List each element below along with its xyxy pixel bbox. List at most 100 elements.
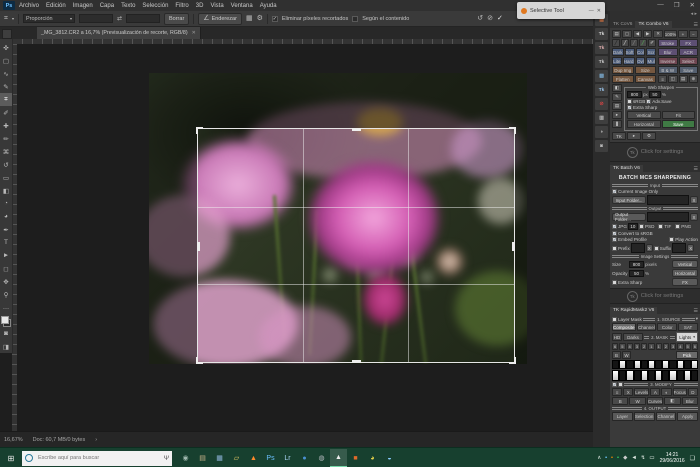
canvas-photo[interactable] xyxy=(149,73,527,364)
lightroom-app-icon[interactable]: Lr xyxy=(279,449,296,467)
current-image-only-checkbox[interactable]: Current Image Only xyxy=(612,189,658,194)
restore-button[interactable]: ❐ xyxy=(674,1,680,9)
zoom-tool[interactable]: ⚲ xyxy=(0,288,12,301)
eraser-tool[interactable]: ▭ xyxy=(0,171,12,184)
menu-item[interactable]: Filtro xyxy=(175,3,188,9)
crop-handle-top-left[interactable] xyxy=(196,127,203,134)
modify-button[interactable]: W xyxy=(629,397,645,405)
app-icon-circle[interactable]: ◉ xyxy=(177,449,194,467)
clear-suffix-button[interactable]: X xyxy=(687,244,694,252)
sharpen-option-checkbox[interactable]: sRGB xyxy=(627,99,645,104)
modify-button[interactable]: ≡ xyxy=(612,388,622,396)
tk-icon-button[interactable]: ⊕ xyxy=(689,75,698,83)
briefcase-app-icon[interactable]: ▤ xyxy=(194,449,211,467)
tk-icon-button[interactable]: ≡ xyxy=(658,75,667,83)
tk-settings-strip[interactable]: Tk Click for settings xyxy=(610,142,700,162)
tk-side-icon-button[interactable]: ◧ xyxy=(612,84,622,92)
more-tools-icon[interactable]: … xyxy=(0,301,12,314)
skype-app-icon[interactable]: ◒ xyxy=(381,449,398,467)
photos-app-icon[interactable]: ▲ xyxy=(330,449,347,467)
source-tab[interactable]: SAT xyxy=(678,323,698,331)
modify-button[interactable]: ◧ xyxy=(664,397,680,405)
tk-icon-button[interactable]: ▢ xyxy=(622,30,631,38)
file-explorer-icon[interactable]: ▱ xyxy=(228,449,245,467)
sharpen-amount-field[interactable] xyxy=(649,91,661,98)
office-app-icon[interactable]: ■ xyxy=(347,449,364,467)
mask-number-button[interactable]: 4 xyxy=(677,343,683,350)
blend-mode-button[interactable]: Ovl xyxy=(636,57,646,65)
output-folder-field[interactable] xyxy=(647,212,689,222)
modify-checkbox[interactable] xyxy=(612,382,617,387)
close-button[interactable]: ✕ xyxy=(597,8,601,14)
tk-icon-button[interactable]: ✕ xyxy=(653,30,662,38)
input-folder-button[interactable]: Input Folder... xyxy=(612,196,646,204)
color-swatches[interactable] xyxy=(1,316,11,327)
tk-footer-button[interactable]: TK xyxy=(612,132,626,140)
source-tab[interactable]: Composite xyxy=(612,323,636,331)
mask-number-button[interactable]: 5 xyxy=(685,343,691,350)
output-folder-button[interactable]: Output Folder... xyxy=(612,213,646,221)
tab-tk-rapidmask2-v6[interactable]: TK RapidMask2 V6 xyxy=(610,307,657,314)
output-button[interactable]: Layer xyxy=(612,412,633,421)
embed-profile-checkbox[interactable]: Embed Profile xyxy=(612,237,647,242)
tab-tk-batch-v6[interactable]: TK Batch V6 xyxy=(610,165,643,172)
marquee-tool[interactable]: ▢ xyxy=(0,54,12,67)
tk-icon-button[interactable]: 100% xyxy=(664,30,678,38)
clone-stamp-tool[interactable]: ⌘ xyxy=(0,145,12,158)
modify-button[interactable]: Focus xyxy=(673,388,687,396)
format-checkbox[interactable]: PSD xyxy=(639,224,654,229)
crop-handle-top-right[interactable] xyxy=(509,127,516,134)
tk-action-button[interactable]: FX xyxy=(679,39,699,47)
menu-item[interactable]: Edición xyxy=(46,3,66,9)
swap-dimensions-icon[interactable]: ⇄ xyxy=(117,16,122,22)
gray-brush-icon[interactable]: ╱ xyxy=(630,39,638,47)
shape-tool[interactable]: ◻ xyxy=(0,262,12,275)
tk-side-icon-button[interactable]: ❚ xyxy=(612,120,622,128)
commit-crop-icon[interactable]: ✓ xyxy=(497,15,503,22)
batch-extra-sharp-checkbox[interactable]: Extra Sharp xyxy=(612,280,642,285)
batch-opacity-field[interactable] xyxy=(629,270,644,277)
canvas-area[interactable] xyxy=(17,44,593,431)
crop-handle-bottom-left[interactable] xyxy=(196,357,203,364)
type-tool[interactable]: T xyxy=(0,236,12,249)
lasso-tool[interactable]: ∿ xyxy=(0,67,12,80)
app-icon-gray[interactable]: ◍ xyxy=(313,449,330,467)
taskbar-clock[interactable]: 14:21 29/06/2016 xyxy=(660,452,685,464)
modify-button[interactable]: X xyxy=(623,388,633,396)
prefix-field[interactable] xyxy=(631,243,645,253)
tray-app-icon-4[interactable]: ◆ xyxy=(623,455,627,461)
crop-width-field[interactable] xyxy=(79,14,113,23)
vlc-icon[interactable]: ▲ xyxy=(245,449,262,467)
green-brush-icon[interactable]: ╱ xyxy=(639,39,647,47)
straighten-button[interactable]: ∠ Enderezar xyxy=(198,13,242,25)
modify-button[interactable]: Blur xyxy=(682,397,698,405)
blend-mode-button[interactable]: Col xyxy=(636,48,646,56)
pen-tool[interactable]: ✒ xyxy=(0,223,12,236)
modify-button[interactable]: Levels xyxy=(634,388,649,396)
mask-number-button[interactable]: 6 xyxy=(692,343,698,350)
tool-preset-caret-icon[interactable]: ▾ xyxy=(12,17,14,21)
crop-bounding-box[interactable] xyxy=(197,128,515,363)
dodge-tool[interactable]: ◕ xyxy=(0,210,12,223)
network-icon[interactable]: ↯ xyxy=(641,455,646,461)
output-button[interactable]: Selection xyxy=(634,412,655,421)
pick-button[interactable]: Pick xyxy=(676,351,698,359)
crop-handle-bottom[interactable] xyxy=(352,360,361,363)
image-panel-icon[interactable]: ▨ xyxy=(595,70,608,82)
menu-item[interactable]: Ventana xyxy=(231,3,253,9)
hd-button[interactable]: HD xyxy=(612,333,622,341)
prefix-checkbox[interactable]: Prefix xyxy=(612,246,630,251)
workspace-mini-button[interactable] xyxy=(2,29,12,39)
crop-tool[interactable]: ⌗ xyxy=(0,93,12,106)
tk-icon-button[interactable]: − xyxy=(689,30,698,38)
clear-output-folder-button[interactable]: X xyxy=(690,213,698,221)
tk-side-icon-button[interactable]: ▸ xyxy=(612,111,622,119)
tk-action-button[interactable]: Select xyxy=(679,57,699,65)
format-checkbox[interactable]: TIF xyxy=(658,224,671,229)
minimize-button[interactable]: — xyxy=(657,1,664,9)
chrome-icon[interactable]: ◕ xyxy=(364,449,381,467)
blend-mode-button[interactable]: Hard xyxy=(623,57,635,65)
menu-item[interactable]: Capa xyxy=(100,3,114,9)
menu-item[interactable]: Ayuda xyxy=(260,3,277,9)
source-menu-icon[interactable]: ▾ xyxy=(696,316,698,322)
